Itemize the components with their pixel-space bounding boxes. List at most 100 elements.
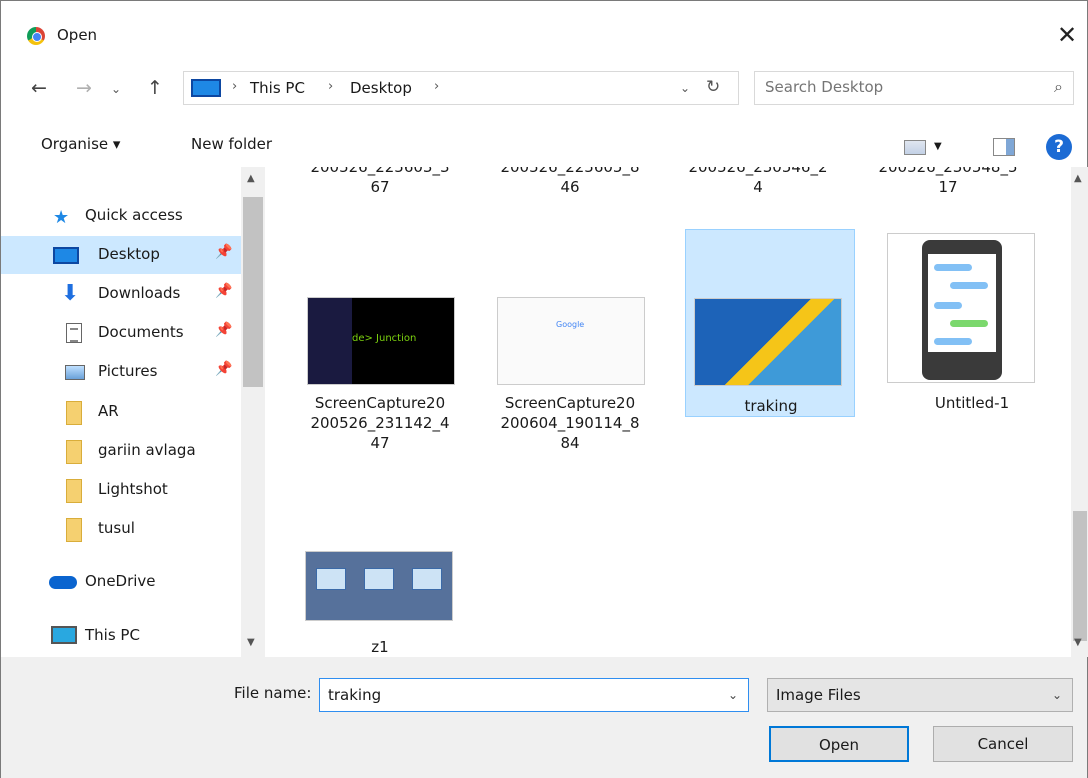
file-name-field[interactable]: traking ⌄ — [319, 678, 749, 712]
cancel-button[interactable]: Cancel — [933, 726, 1073, 762]
navigation-bar: ← → ⌄ ↑ › This PC › Desktop › ⌄ ↻ ⌕ — [1, 59, 1087, 117]
window-title: Open — [57, 26, 98, 44]
breadcrumb-this-pc[interactable]: This PC — [250, 79, 305, 97]
scrollbar-thumb[interactable] — [1073, 511, 1087, 641]
sidebar-item-label: Documents — [98, 323, 184, 341]
view-options-chevron-icon[interactable]: ▼ — [934, 141, 942, 152]
scrollbar-thumb[interactable] — [243, 197, 263, 387]
computer-icon — [51, 626, 77, 644]
search-box[interactable]: ⌕ — [754, 71, 1074, 105]
back-arrow-icon[interactable]: ← — [31, 77, 47, 99]
new-folder-button[interactable]: New folder — [191, 135, 272, 153]
file-name[interactable]: 200526_230546_2 4 — [673, 167, 843, 197]
sidebar-item-label: tusul — [98, 519, 135, 537]
sidebar-item-label: AR — [98, 402, 119, 420]
preview-pane-icon[interactable] — [993, 138, 1015, 156]
desktop-icon — [53, 247, 79, 264]
sidebar-item-label: Quick access — [85, 206, 183, 224]
file-name-value[interactable]: traking — [328, 686, 381, 704]
file-name[interactable]: 200526_225603_3 67 — [295, 167, 465, 197]
file-thumbnail — [887, 233, 1035, 383]
file-list-scrollbar[interactable]: ▲ ▼ — [1071, 167, 1088, 657]
download-arrow-icon: ⬇ — [61, 281, 80, 306]
file-item[interactable]: Untitled-1 — [887, 227, 1057, 415]
sidebar-item-documents[interactable]: Documents 📌 — [1, 314, 241, 352]
file-list: 200526_225603_3 67 200526_225605_8 46 20… — [265, 167, 1071, 657]
search-icon: ⌕ — [1054, 77, 1063, 96]
file-item[interactable]: z1 — [287, 537, 457, 657]
folder-icon — [66, 479, 82, 503]
dialog-footer: File name: traking ⌄ Image Files ⌄ Open … — [1, 657, 1087, 778]
breadcrumb-separator-icon[interactable]: › — [232, 79, 237, 94]
chevron-down-icon[interactable]: ⌄ — [728, 688, 738, 702]
pin-icon[interactable]: 📌 — [215, 244, 232, 260]
file-thumbnail — [305, 551, 453, 621]
forward-arrow-icon[interactable]: → — [76, 77, 92, 99]
pin-icon[interactable]: 📌 — [215, 283, 232, 299]
sidebar-item-label: Desktop — [98, 245, 160, 263]
open-dialog: Open ✕ ← → ⌄ ↑ › This PC › Desktop › ⌄ ↻… — [0, 0, 1088, 778]
file-item-selected[interactable]: traking — [685, 229, 855, 417]
refresh-icon[interactable]: ↻ — [706, 77, 720, 97]
sidebar-item-desktop[interactable]: Desktop 📌 — [1, 236, 241, 274]
file-name: ScreenCapture20 200526_231142_4 47 — [310, 394, 450, 452]
sidebar-item-ar[interactable]: AR — [1, 393, 241, 431]
open-button[interactable]: Open — [769, 726, 909, 762]
breadcrumb-separator-icon[interactable]: › — [434, 79, 439, 94]
folder-icon — [66, 401, 82, 425]
file-name[interactable]: 200526_230548_5 17 — [863, 167, 1033, 197]
file-thumbnail — [497, 297, 645, 385]
file-name-label: File name: — [234, 684, 312, 702]
phone-icon — [922, 240, 1002, 380]
sidebar-item-label: OneDrive — [85, 572, 156, 590]
up-arrow-icon[interactable]: ↑ — [147, 77, 163, 99]
sidebar-item-downloads[interactable]: ⬇ Downloads 📌 — [1, 275, 241, 313]
file-name: ScreenCapture20 200604_190114_8 84 — [500, 394, 640, 452]
file-item[interactable]: ScreenCapture20 200526_231142_4 47 — [287, 227, 457, 452]
sidebar-item-onedrive[interactable]: OneDrive — [1, 563, 241, 601]
pin-icon[interactable]: 📌 — [215, 322, 232, 338]
file-name: z1 — [371, 638, 389, 656]
sidebar-item-pictures[interactable]: Pictures 📌 — [1, 353, 241, 391]
sidebar-item-quick-access[interactable]: ★ Quick access — [1, 197, 241, 235]
file-name: traking — [744, 397, 798, 415]
sidebar-item-tusul[interactable]: tusul — [1, 510, 241, 548]
navigation-pane-scrollbar[interactable]: ▲ ▼ — [241, 167, 265, 657]
pin-icon[interactable]: 📌 — [215, 361, 232, 377]
chrome-icon — [27, 27, 45, 45]
scroll-down-icon[interactable]: ▼ — [1074, 637, 1082, 648]
search-input[interactable] — [765, 78, 1025, 96]
breadcrumb-separator-icon[interactable]: › — [328, 79, 333, 94]
file-type-filter[interactable]: Image Files ⌄ — [767, 678, 1073, 712]
chevron-down-icon[interactable]: ⌄ — [1052, 688, 1062, 702]
file-type-value: Image Files — [776, 686, 861, 704]
title-bar: Open ✕ — [1, 1, 1087, 59]
command-toolbar: Organise ▾ New folder ▼ ? — [1, 123, 1087, 167]
sidebar-item-gariin-avlaga[interactable]: gariin avlaga — [1, 432, 241, 470]
sidebar-item-this-pc[interactable]: This PC — [1, 617, 241, 655]
sidebar-item-label: gariin avlaga — [98, 441, 196, 459]
change-view-icon[interactable] — [904, 140, 926, 155]
address-bar[interactable]: › This PC › Desktop › ⌄ ↻ — [183, 71, 739, 105]
star-icon: ★ — [53, 207, 70, 228]
this-pc-icon — [191, 79, 221, 97]
file-thumbnail — [694, 298, 842, 386]
scroll-up-icon[interactable]: ▲ — [1074, 173, 1082, 184]
close-button[interactable]: ✕ — [1047, 17, 1087, 57]
scroll-up-icon[interactable]: ▲ — [247, 173, 255, 184]
file-name[interactable]: 200526_225605_8 46 — [485, 167, 655, 197]
organise-menu-button[interactable]: Organise ▾ — [41, 135, 120, 153]
breadcrumb-desktop[interactable]: Desktop — [350, 79, 412, 97]
recent-locations-chevron-icon[interactable]: ⌄ — [111, 82, 121, 96]
sidebar-item-label: Downloads — [98, 284, 181, 302]
document-icon — [66, 323, 82, 343]
sidebar-item-label: This PC — [85, 626, 140, 644]
address-dropdown-chevron-icon[interactable]: ⌄ — [680, 81, 690, 95]
file-item[interactable]: ScreenCapture20 200604_190114_8 84 — [477, 227, 647, 452]
scroll-down-icon[interactable]: ▼ — [247, 637, 255, 648]
folder-icon — [66, 518, 82, 542]
sidebar-item-lightshot[interactable]: Lightshot — [1, 471, 241, 509]
sidebar-item-label: Lightshot — [98, 480, 168, 498]
cloud-icon — [49, 576, 77, 589]
help-icon[interactable]: ? — [1046, 134, 1072, 160]
